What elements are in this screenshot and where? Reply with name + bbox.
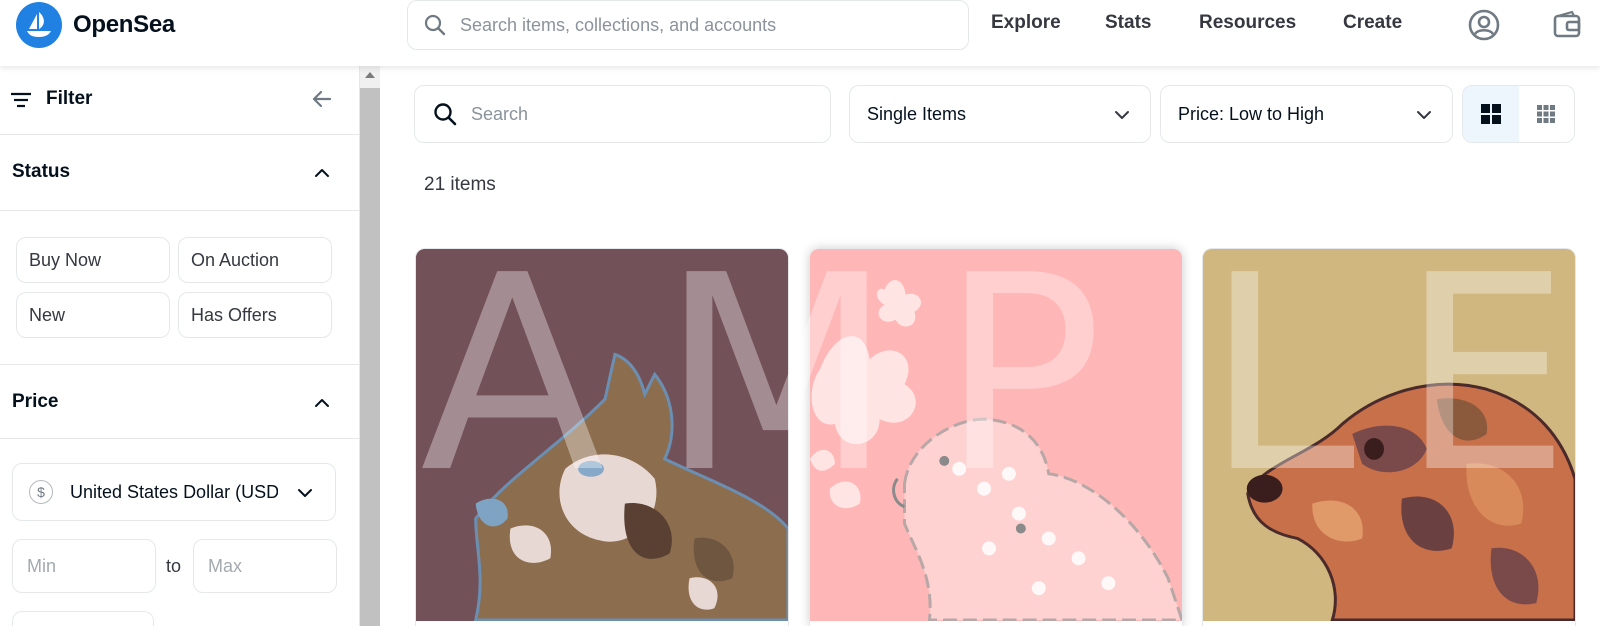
search-icon — [434, 103, 457, 126]
chevron-up-icon — [315, 169, 329, 177]
price-to-label: to — [166, 556, 182, 576]
nft-card[interactable] — [415, 248, 789, 626]
filter-lines-icon — [11, 92, 31, 108]
status-options: Buy Now On Auction New Has Offers — [0, 211, 359, 365]
nav-explore-link[interactable]: Explore — [991, 12, 1061, 34]
nft-card[interactable] — [1202, 248, 1576, 626]
sidebar-scrollbar[interactable] — [360, 66, 380, 626]
status-new-button[interactable]: New — [16, 292, 170, 338]
arrow-left-icon[interactable] — [310, 87, 334, 111]
card-footer — [810, 621, 1182, 626]
scroll-thumb[interactable] — [360, 88, 380, 626]
top-nav-bar: OpenSea Explore Stats Resources Create — [0, 0, 1600, 66]
nft-image — [416, 249, 788, 621]
global-search-input[interactable] — [460, 14, 930, 36]
sort-value: Price: Low to High — [1178, 103, 1325, 124]
price-min-input[interactable] — [12, 539, 156, 593]
scroll-up-arrow-icon[interactable] — [365, 72, 375, 78]
currency-value: United States Dollar (USD) — [70, 481, 278, 502]
chevron-up-icon — [315, 399, 329, 407]
collection-search-bar[interactable] — [414, 85, 831, 143]
card-footer — [1203, 621, 1575, 626]
large-grid-icon — [1480, 104, 1501, 124]
status-on-auction-button[interactable]: On Auction — [178, 237, 332, 283]
chevron-down-icon — [298, 489, 312, 497]
chevron-down-icon — [1115, 111, 1129, 119]
currency-select[interactable]: $ United States Dollar (USD) — [12, 463, 336, 521]
nav-stats-link[interactable]: Stats — [1105, 12, 1151, 34]
item-count: 21 items — [424, 174, 496, 195]
nav-resources-link[interactable]: Resources — [1199, 12, 1296, 34]
chevron-down-icon — [1417, 111, 1431, 119]
filter-sidebar: Filter Status Buy Now On Auction New Has… — [0, 66, 360, 626]
status-buy-now-button[interactable]: Buy Now — [16, 237, 170, 283]
items-type-dropdown[interactable]: Single Items — [849, 85, 1151, 143]
sort-dropdown[interactable]: Price: Low to High — [1160, 85, 1453, 143]
search-icon — [424, 14, 446, 36]
status-has-offers-button[interactable]: Has Offers — [178, 292, 332, 338]
status-section-header[interactable]: Status — [0, 135, 359, 211]
filter-label: Filter — [46, 88, 93, 109]
price-title: Price — [12, 391, 59, 412]
nav-create-link[interactable]: Create — [1343, 12, 1402, 34]
account-icon[interactable] — [1467, 8, 1501, 42]
view-mode-toggle — [1462, 85, 1575, 143]
card-footer — [416, 621, 788, 626]
brand-home-link[interactable]: OpenSea — [16, 2, 175, 48]
nft-image — [1203, 249, 1575, 621]
filter-header: Filter — [0, 66, 359, 135]
nft-card[interactable] — [809, 248, 1183, 626]
nft-image — [810, 249, 1182, 621]
status-title: Status — [12, 161, 71, 182]
apply-button[interactable] — [12, 611, 154, 626]
wallet-icon[interactable] — [1550, 8, 1584, 42]
price-section-header[interactable]: Price — [0, 365, 359, 439]
opensea-logo-icon — [16, 2, 62, 48]
small-grid-view-button[interactable] — [1519, 86, 1575, 142]
dollar-icon: $ — [29, 480, 53, 504]
global-search-bar[interactable] — [407, 0, 969, 50]
collection-search-input[interactable] — [471, 103, 801, 125]
price-filter: $ United States Dollar (USD) to — [0, 439, 359, 626]
brand-name: OpenSea — [73, 11, 175, 38]
large-grid-view-button[interactable] — [1463, 86, 1519, 142]
price-max-input[interactable] — [193, 539, 337, 593]
small-grid-icon — [1537, 105, 1556, 123]
items-type-value: Single Items — [867, 103, 967, 124]
